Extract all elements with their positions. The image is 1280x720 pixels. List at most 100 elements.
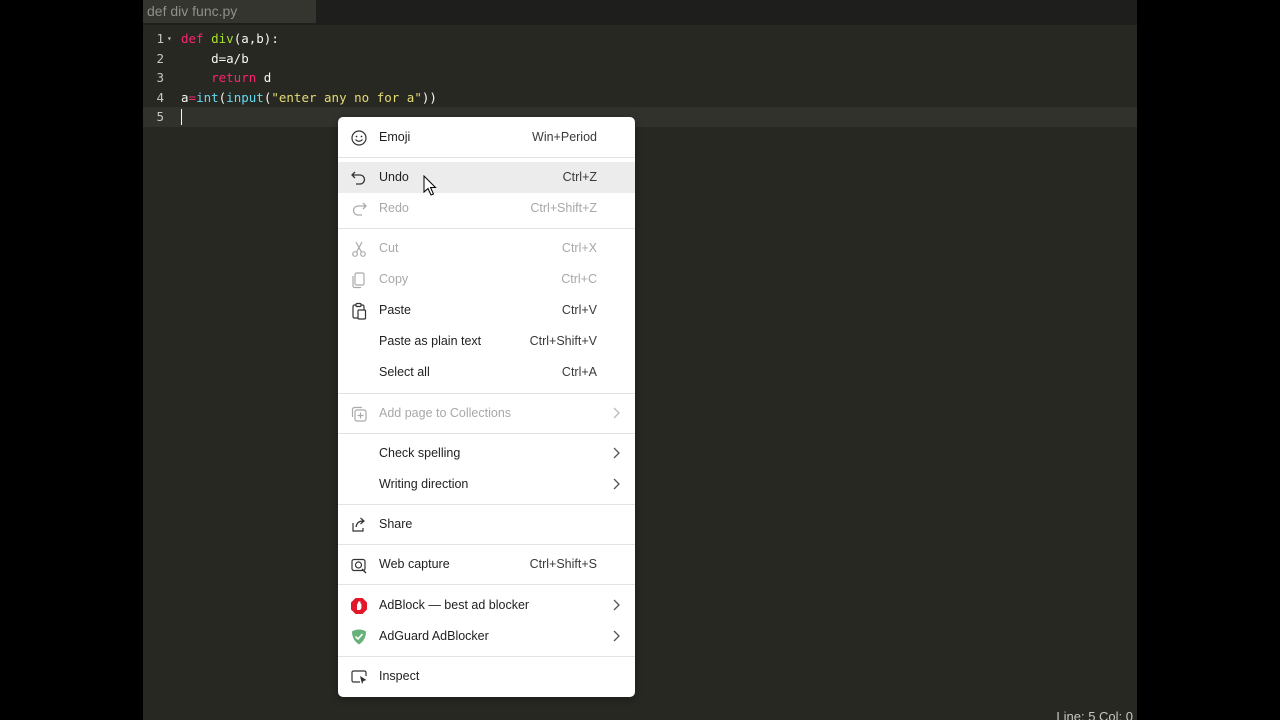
menu-item-label: Check spelling — [379, 446, 461, 460]
menu-item-cut[interactable]: Cut Ctrl+X — [338, 233, 635, 264]
menu-item-shortcut: Ctrl+C — [561, 272, 597, 286]
code-line[interactable]: 4 a=int(input("enter any no for a")) — [143, 88, 1137, 108]
menu-item-copy[interactable]: Copy Ctrl+C — [338, 264, 635, 295]
menu-item-label: Web capture — [379, 557, 450, 571]
code-area[interactable]: 1 ▾ def div(a,b): 2 d=a/b 3 return d 4 a=int(i… — [143, 29, 1137, 127]
menu-item-shortcut: Ctrl+Shift+Z — [530, 201, 597, 215]
code-token: = — [188, 89, 197, 105]
smiley-icon — [351, 130, 367, 146]
fold-toggle-icon[interactable]: ▾ — [167, 29, 172, 49]
line-number: 2 — [156, 50, 164, 66]
submenu-chevron-icon — [613, 630, 620, 642]
menu-item-shortcut: Ctrl+A — [561, 365, 597, 379]
code-token: input — [226, 89, 264, 105]
menu-item-redo[interactable]: Redo Ctrl+Shift+Z — [338, 193, 635, 224]
code-token: d=a/b — [181, 50, 249, 66]
code-token: div — [211, 31, 234, 46]
code-text: d=a/b — [181, 49, 249, 69]
line-number: 1 — [156, 31, 164, 46]
menu-item-label: AdBlock — best ad blocker — [379, 598, 530, 612]
menu-item-share[interactable]: Share — [338, 509, 635, 540]
menu-separator — [338, 584, 635, 585]
menu-item-shortcut: Ctrl+V — [561, 303, 597, 317]
menu-item-label: Paste as plain text — [379, 334, 482, 348]
menu-item-shortcut: Ctrl+Z — [562, 170, 597, 184]
menu-item-label: Copy — [379, 272, 409, 286]
menu-separator — [338, 157, 635, 158]
text-cursor — [181, 109, 182, 125]
menu-item-label: Redo — [379, 201, 409, 215]
context-menu: Emoji Win+Period Undo Ctrl+Z Redo Ctrl+Shift+… — [338, 117, 635, 697]
menu-item-collections[interactable]: Add page to Collections — [338, 398, 635, 429]
menu-separator — [338, 544, 635, 545]
submenu-chevron-icon — [613, 407, 620, 419]
menu-item-shortcut: Ctrl+X — [561, 241, 597, 255]
code-line[interactable]: 5 — [143, 107, 1137, 127]
submenu-chevron-icon — [613, 447, 620, 459]
menu-item-emoji[interactable]: Emoji Win+Period — [338, 122, 635, 153]
menu-item-label: Inspect — [379, 669, 420, 683]
redo-icon — [352, 202, 367, 216]
adblock-icon — [351, 598, 367, 614]
code-line[interactable]: 2 d=a/b — [143, 49, 1137, 69]
code-token: int — [196, 89, 219, 105]
menu-separator — [338, 228, 635, 229]
menu-separator — [338, 656, 635, 657]
mouse-pointer-icon — [423, 175, 437, 196]
menu-item-shortcut: Ctrl+Shift+S — [529, 557, 597, 571]
menu-item-paste-plain[interactable]: Paste as plain text Ctrl+Shift+V — [338, 326, 635, 357]
menu-item-shortcut: Win+Period — [532, 130, 597, 144]
code-token: def — [181, 31, 204, 46]
inspect-icon — [351, 670, 367, 684]
menu-separator — [338, 393, 635, 394]
line-number: 5 — [156, 109, 164, 124]
web-capture-icon — [351, 558, 367, 574]
adguard-icon — [352, 629, 366, 645]
submenu-chevron-icon — [613, 599, 620, 611]
menu-item-label: Cut — [379, 241, 399, 255]
code-token: a — [181, 89, 189, 105]
menu-item-writing-direction[interactable]: Writing direction — [338, 469, 635, 500]
menu-item-paste[interactable]: Paste Ctrl+V — [338, 295, 635, 326]
code-token: "enter any no for a" — [271, 89, 422, 105]
clipboard-icon — [352, 302, 367, 320]
undo-icon — [351, 171, 366, 185]
code-line[interactable]: 3 return d — [143, 68, 1137, 88]
cursor-position-status: Line: 5 Col: 0 — [1056, 709, 1133, 720]
share-icon — [352, 517, 365, 532]
menu-item-select-all[interactable]: Select all Ctrl+A — [338, 357, 635, 388]
code-token: return — [211, 70, 257, 85]
code-token: (a,b): — [233, 31, 279, 46]
menu-item-label: Writing direction — [379, 477, 469, 491]
code-text: a=int(input("enter any no for a")) — [181, 88, 437, 108]
menu-item-inspect[interactable]: Inspect — [338, 661, 635, 692]
file-tab[interactable]: def div func.py — [143, 0, 316, 23]
menu-item-adguard[interactable]: AdGuard AdBlocker — [338, 621, 635, 652]
menu-item-adblock[interactable]: AdBlock — best ad blocker — [338, 590, 635, 621]
menu-separator — [338, 504, 635, 505]
menu-item-spelling[interactable]: Check spelling — [338, 438, 635, 469]
copy-icon — [352, 272, 365, 289]
scissors-icon — [352, 241, 366, 257]
menu-item-shortcut: Ctrl+Shift+V — [529, 334, 597, 348]
tab-bar: def div func.py — [143, 0, 1137, 25]
code-text: def div(a,b): — [181, 29, 279, 49]
menu-item-undo[interactable]: Undo Ctrl+Z — [338, 162, 635, 193]
menu-item-label: Select all — [379, 365, 430, 379]
code-editor[interactable]: def div func.py 1 ▾ def div(a,b): 2 d=a/b 3 … — [143, 0, 1137, 720]
menu-item-label: AdGuard AdBlocker — [379, 629, 489, 643]
code-line[interactable]: 1 ▾ def div(a,b): — [143, 29, 1137, 49]
code-token: )) — [421, 89, 437, 105]
menu-item-web-capture[interactable]: Web capture Ctrl+Shift+S — [338, 549, 635, 580]
line-number: 4 — [156, 89, 164, 105]
line-number: 3 — [156, 70, 164, 85]
menu-item-label: Add page to Collections — [379, 406, 512, 420]
code-token: d — [256, 70, 272, 85]
menu-item-label: Paste — [379, 303, 411, 317]
code-text: return d — [181, 68, 271, 88]
menu-item-label: Emoji — [379, 130, 411, 144]
collections-icon — [351, 406, 367, 422]
menu-item-label: Share — [379, 517, 413, 531]
